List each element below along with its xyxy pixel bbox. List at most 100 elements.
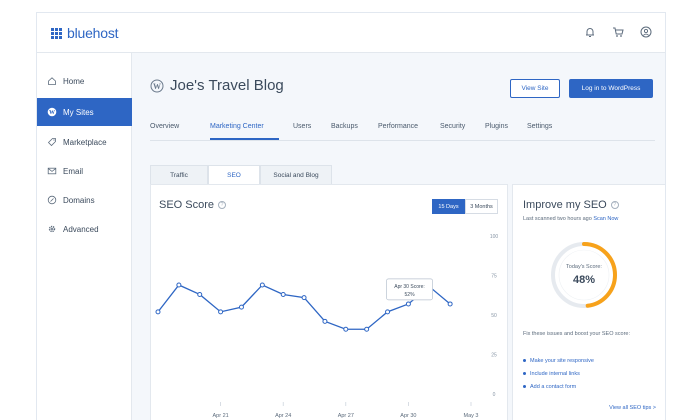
info-icon[interactable]: ? [610,201,619,209]
seo-tip-link[interactable]: Include internal links [523,367,594,380]
sidebar-item-marketplace[interactable]: Marketplace [37,128,132,156]
chart-tooltip: Apr 30 Score: 52% [386,278,433,301]
range-3-months-button[interactable]: 3 Months [465,199,498,214]
seo-tip-label: Add a contact form [530,383,577,390]
home-icon [48,77,56,85]
data-point [218,309,224,315]
data-point [155,309,161,315]
sidebar-item-my-sites[interactable]: W My Sites [37,98,132,126]
top-icons [583,25,653,39]
last-scanned-text: Last scanned two hours ago Scan Now [523,216,618,222]
seo-tip-label: Make your site responsive [530,357,594,364]
sidebar-item-label: Marketplace [63,137,107,147]
main-content: W Joe's Travel Blog View Site Log in to … [132,53,665,420]
sidebar-item-label: Email [63,166,84,176]
seo-score-chart: 0 25 50 75 100 Apr 21 Apr 24 Apr 27 Apr 30 May 3 A… [155,234,499,419]
tab-users[interactable]: Users [293,123,311,130]
bluehost-logo[interactable]: bluehost [51,25,119,41]
data-point [176,282,182,288]
tab-security[interactable]: Security [440,123,465,130]
tab-overview[interactable]: Overview [150,123,179,130]
seo-tip-link[interactable]: Make your site responsive [523,354,594,367]
sidebar-item-email[interactable]: Email [37,157,132,185]
sidebar-item-label: Domains [63,195,95,205]
globe-icon [47,195,57,205]
view-all-seo-tips-link[interactable]: View all SEO tips > [609,405,656,411]
seo-tip-label: Include internal links [530,370,580,377]
tab-settings[interactable]: Settings [527,123,552,130]
login-wordpress-button[interactable]: Log in to WordPress [569,79,653,98]
seo-tips-list: Make your site responsive Include intern… [523,354,594,393]
subtab-social-and-blog[interactable]: Social and Blog [260,165,332,185]
range-toggle: 15 Days 3 Months [432,199,498,214]
seo-tip-link[interactable]: Add a contact form [523,380,594,393]
gear-icon [48,225,56,233]
wordpress-icon: W [150,79,164,92]
site-title-text: Joe's Travel Blog [170,77,284,94]
score-value: 48% [572,274,596,286]
scan-now-link[interactable]: Scan Now [593,216,618,222]
data-point [259,282,265,288]
tooltip-line-1: Apr 30 Score: [394,284,425,290]
tooltip-line-2: 52% [405,292,416,298]
sidebar-item-advanced[interactable]: Advanced [37,215,132,243]
tab-marketing-center[interactable]: Marketing Center [210,123,264,130]
view-site-button[interactable]: View Site [510,79,560,98]
data-point [322,318,328,324]
data-point [280,291,286,297]
x-tick-label: Apr 27 [338,413,354,419]
subtab-seo[interactable]: SEO [208,165,260,185]
active-tab-indicator [210,138,279,140]
bullet-icon [523,359,526,362]
info-icon[interactable]: ? [218,201,227,209]
svg-text:W: W [49,110,55,116]
x-tick-label: Apr 21 [212,413,228,419]
x-tick-label: Apr 24 [275,413,291,419]
app-window: bluehost Home W My Sites Marketplace Ema… [36,12,666,420]
tab-plugins[interactable]: Plugins [485,123,508,130]
tab-backups[interactable]: Backups [331,123,358,130]
last-scanned-label: Last scanned two hours ago [523,216,592,222]
y-tick-label: 75 [491,274,497,280]
improve-seo-title: Improve my SEO ? [523,199,619,211]
seo-score-card: SEO Score ? 15 Days 3 Months 0 25 50 75 100 A… [150,184,508,420]
cart-icon[interactable] [611,25,625,39]
y-tick-label: 0 [493,392,496,398]
x-tick-label: Apr 30 [400,413,416,419]
data-point [405,301,411,307]
site-tabs: Overview Marketing Center Users Backups … [150,123,655,141]
user-icon[interactable] [639,25,653,39]
y-tick-label: 100 [490,234,499,240]
sidebar-item-label: Home [63,76,85,86]
data-point [364,326,370,332]
subtab-traffic[interactable]: Traffic [150,165,208,185]
y-tick-label: 25 [491,353,497,359]
bell-icon[interactable] [583,25,597,39]
sidebar-item-home[interactable]: Home [37,67,132,95]
wordpress-icon: W [47,107,57,117]
range-15-days-button[interactable]: 15 Days [432,199,465,214]
data-point [385,309,391,315]
data-point [238,304,244,310]
bullet-icon [523,372,526,375]
improve-seo-card: Improve my SEO ? Last scanned two hours … [512,184,665,420]
seo-score-title-text: SEO Score [159,199,215,211]
score-label: Today's Score: [566,264,602,270]
tab-performance[interactable]: Performance [378,123,418,130]
bullet-icon [523,385,526,388]
sidebar-item-label: My Sites [63,107,94,117]
page-title: W Joe's Travel Blog [150,77,284,94]
data-point [447,301,453,307]
data-point [343,326,349,332]
email-icon [47,167,57,175]
sidebar-item-label: Advanced [63,224,99,234]
fix-issues-text: Fix these issues and boost your SEO scor… [523,331,630,337]
seo-score-title: SEO Score ? [159,199,227,211]
logo-text: bluehost [67,25,119,41]
sidebar-item-domains[interactable]: Domains [37,186,132,214]
improve-seo-title-text: Improve my SEO [523,199,607,211]
data-point [197,291,203,297]
logo-grid-icon [51,27,62,39]
x-tick-label: May 3 [464,413,479,419]
sidebar: Home W My Sites Marketplace Email Domain… [37,53,132,420]
